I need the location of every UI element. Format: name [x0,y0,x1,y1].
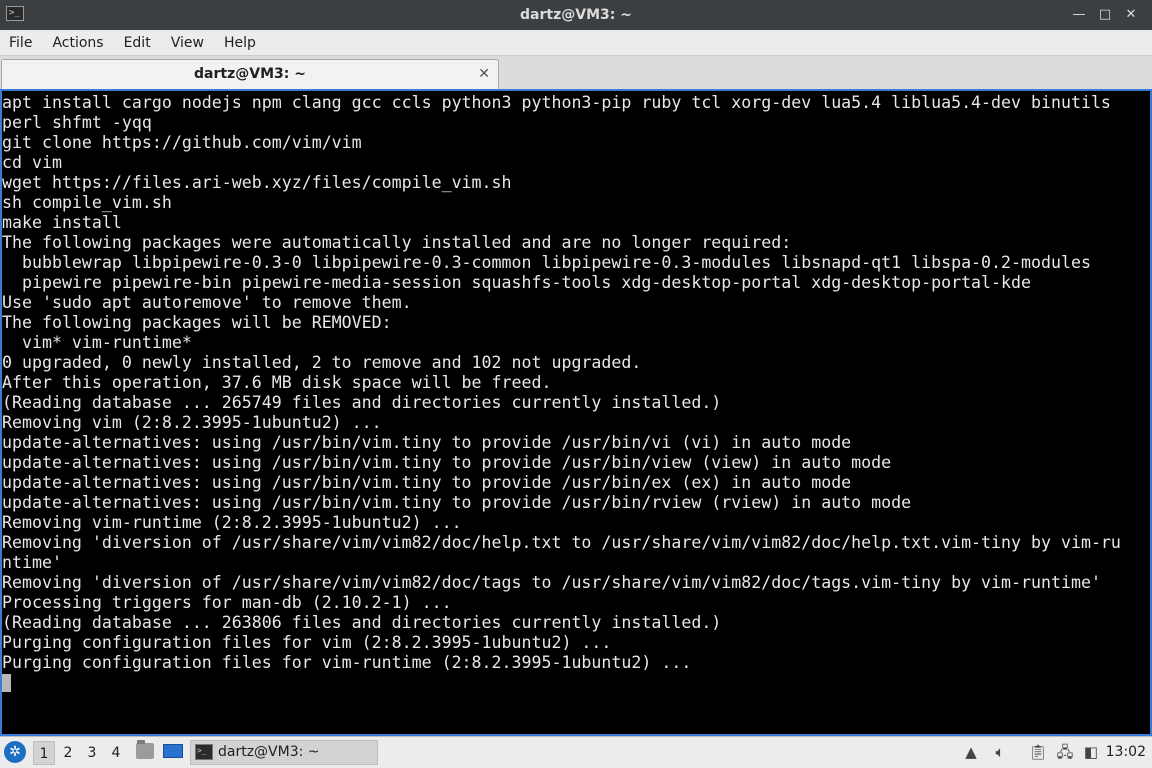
minimize-button[interactable]: — [1068,4,1090,26]
terminal-line: (Reading database ... 265749 files and d… [2,393,722,412]
terminal-line: Purging configuration files for vim-runt… [2,653,692,672]
terminal-line: update-alternatives: using /usr/bin/vim.… [2,473,852,492]
terminal-line: Removing vim (2:8.2.3995-1ubuntu2) ... [2,413,382,432]
taskbar-task-terminal[interactable]: >_ dartz@VM3: ~ [190,740,378,765]
terminal-line: Removing 'diversion of /usr/share/vim/vi… [2,533,1121,552]
terminal-line: (Reading database ... 263806 files and d… [2,613,722,632]
menu-edit[interactable]: Edit [114,30,161,56]
show-desktop-icon[interactable] [163,744,183,758]
terminal-line: wget https://files.ari-web.xyz/files/com… [2,173,512,192]
close-button[interactable]: ✕ [1120,4,1142,26]
terminal-line: ntime' [2,553,62,572]
start-menu-icon[interactable]: ✲ [4,741,26,763]
terminal-line: sh compile_vim.sh [2,193,172,212]
workspace-4[interactable]: 4 [105,741,127,765]
terminal-line: 0 upgraded, 0 newly installed, 2 to remo… [2,353,642,372]
terminal-view[interactable]: apt install cargo nodejs npm clang gcc c… [0,89,1152,736]
tab-bar: dartz@VM3: ~ ✕ [0,56,1152,89]
tab-close-icon[interactable]: ✕ [478,64,490,84]
terminal-line: update-alternatives: using /usr/bin/vim.… [2,453,892,472]
maximize-button[interactable]: □ [1094,4,1116,26]
terminal-line: cd vim [2,153,62,172]
terminal-line: vim* vim-runtime* [21,333,192,352]
terminal-line: update-alternatives: using /usr/bin/vim.… [2,433,852,452]
menu-view[interactable]: View [161,30,214,56]
terminal-line: Removing vim-runtime (2:8.2.3995-1ubuntu… [2,513,462,532]
terminal-line: pipewire pipewire-bin pipewire-media-ses… [21,273,1031,292]
taskbar: ✲ 1 2 3 4 >_ dartz@VM3: ~ ▲ 🔈︎ 📋︎ 🖧︎ ◧ 1… [0,736,1152,768]
terminal-output: apt install cargo nodejs npm clang gcc c… [2,93,1121,693]
terminal-line: Removing 'diversion of /usr/share/vim/vi… [2,573,1101,592]
terminal-line: update-alternatives: using /usr/bin/vim.… [2,493,912,512]
terminal-line: apt install cargo nodejs npm clang gcc c… [2,93,1111,112]
up-arrow-icon[interactable]: ▲ [962,742,980,762]
notifications-icon[interactable]: ◧ [1082,742,1100,762]
menu-file[interactable]: File [0,30,42,56]
terminal-line: perl shfmt -yqq [2,113,152,132]
taskbar-task-label: dartz@VM3: ~ [218,744,320,760]
clipboard-icon[interactable]: 📋︎ [1028,742,1048,762]
terminal-icon: >_ [195,744,213,760]
menu-help[interactable]: Help [214,30,266,56]
terminal-line: The following packages will be REMOVED: [2,313,392,332]
terminal-line: bubblewrap libpipewire-0.3-0 libpipewire… [21,253,1091,272]
workspace-3[interactable]: 3 [81,741,103,765]
terminal-line: Purging configuration files for vim (2:8… [2,633,612,652]
terminal-line: Processing triggers for man-db (2.10.2-1… [2,593,452,612]
menu-bar: File Actions Edit View Help [0,30,1152,56]
window-titlebar[interactable]: >_ dartz@VM3: ~ — □ ✕ [0,0,1152,30]
terminal-line: The following packages were automaticall… [2,233,792,252]
terminal-cursor [2,674,11,692]
window-title: dartz@VM3: ~ [520,7,632,23]
terminal-line: Use 'sudo apt autoremove' to remove them… [2,293,412,312]
terminal-line: After this operation, 37.6 MB disk space… [2,373,552,392]
menu-actions[interactable]: Actions [42,30,113,56]
file-manager-icon[interactable] [136,740,154,759]
workspace-1[interactable]: 1 [33,741,55,765]
tab-label: dartz@VM3: ~ [194,66,306,82]
tab-terminal[interactable]: dartz@VM3: ~ ✕ [1,59,499,89]
terminal-line: make install [2,213,122,232]
terminal-line: git clone https://github.com/vim/vim [2,133,362,152]
volume-icon[interactable]: 🔈︎ [989,742,1011,762]
clock: 13:02 [1105,744,1146,760]
workspace-2[interactable]: 2 [57,741,79,765]
network-icon[interactable]: 🖧︎ [1055,742,1075,762]
